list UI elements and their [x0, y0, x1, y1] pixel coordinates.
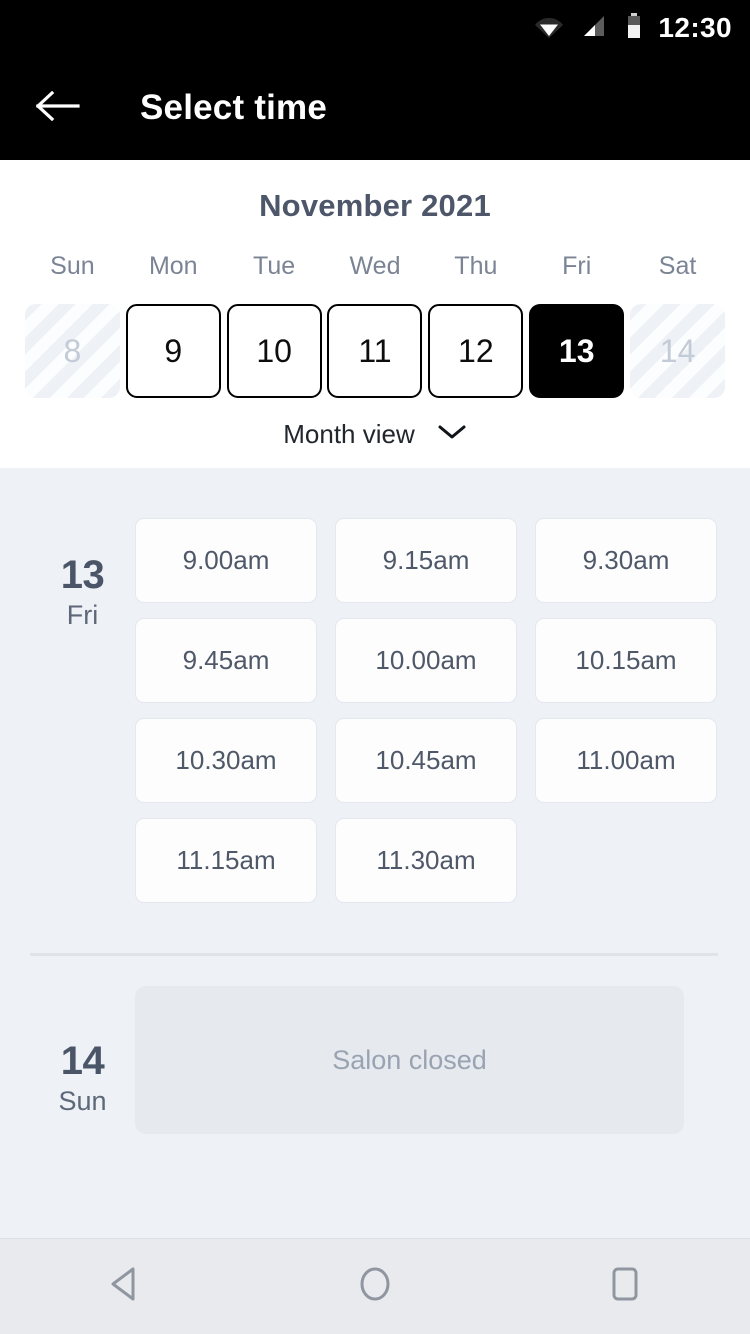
page-title: Select time	[140, 88, 328, 127]
weekday-label: Mon	[148, 252, 198, 280]
calendar-day-11[interactable]: 11	[327, 304, 423, 398]
day-cell-wrap: 8	[22, 301, 123, 401]
schedule-day-14: 14 Sun Salon closed	[0, 956, 750, 1134]
status-bar: 12:30	[0, 0, 750, 56]
nav-back-button[interactable]	[70, 1239, 180, 1334]
app-bar: Select time	[0, 56, 750, 160]
calendar-month-title: November 2021	[259, 188, 491, 223]
weekday-label: Thu	[454, 252, 498, 280]
day-cell-wrap: 11	[325, 301, 426, 401]
calendar-weekday-row: Sun Mon Tue Wed Thu Fri Sat	[0, 252, 750, 301]
time-slot[interactable]: 10.30am	[135, 718, 317, 803]
select-time-screen: 12:30 Select time November 2021 Sun Mon …	[0, 0, 750, 1334]
calendar-day-12[interactable]: 12	[428, 304, 524, 398]
weekday-label: Sun	[50, 252, 95, 280]
weekday-label: Fri	[562, 252, 592, 280]
month-view-label: Month view	[283, 419, 415, 449]
back-button[interactable]	[34, 84, 82, 132]
schedule-day-13: 13 Fri 9.00am 9.15am 9.30am 9.45am 10.00…	[0, 500, 750, 903]
time-slot-grid: 9.00am 9.15am 9.30am 9.45am 10.00am 10.1…	[135, 500, 720, 903]
salon-closed-panel: Salon closed	[135, 986, 684, 1134]
schedule-date-weekday: Sun	[58, 1086, 107, 1116]
day-cell-wrap: 10	[224, 301, 325, 401]
time-slot[interactable]: 10.00am	[335, 618, 517, 703]
calendar-day-9[interactable]: 9	[125, 304, 221, 398]
time-slot[interactable]: 9.30am	[535, 518, 717, 603]
time-slot[interactable]: 9.00am	[135, 518, 317, 603]
schedule-date-number: 14	[60, 1039, 105, 1083]
schedule-list: 13 Fri 9.00am 9.15am 9.30am 9.45am 10.00…	[0, 468, 750, 1134]
back-arrow-icon	[35, 90, 80, 126]
time-slot[interactable]: 10.15am	[535, 618, 717, 703]
day-cell-wrap: 13	[526, 301, 627, 401]
calendar-day-13-selected[interactable]: 13	[529, 304, 625, 398]
calendar-day-14: 14	[630, 304, 726, 398]
android-nav-bar	[0, 1238, 750, 1334]
time-slot[interactable]: 9.15am	[335, 518, 517, 603]
status-bar-clock: 12:30	[658, 12, 732, 43]
cell-signal-icon	[582, 14, 608, 43]
battery-icon	[626, 12, 642, 44]
time-slot[interactable]: 11.00am	[535, 718, 717, 803]
nav-home-button[interactable]	[320, 1239, 430, 1334]
calendar-panel: November 2021 Sun Mon Tue Wed Thu Fri Sa…	[0, 160, 750, 468]
time-slot[interactable]: 11.15am	[135, 818, 317, 903]
schedule-date-weekday: Fri	[66, 600, 99, 630]
day-cell-wrap: 9	[123, 301, 224, 401]
calendar-day-10[interactable]: 10	[226, 304, 322, 398]
schedule-day-label: 14 Sun	[30, 986, 135, 1134]
month-view-toggle[interactable]: Month view	[0, 419, 750, 450]
home-circle-icon	[356, 1264, 394, 1309]
nav-recents-button[interactable]	[570, 1239, 680, 1334]
back-triangle-icon	[107, 1265, 143, 1308]
time-slot[interactable]: 9.45am	[135, 618, 317, 703]
time-slot[interactable]: 10.45am	[335, 718, 517, 803]
schedule-date-number: 13	[60, 553, 105, 597]
wifi-icon	[534, 14, 564, 43]
chevron-down-icon	[437, 423, 467, 446]
calendar-day-row: 8 9 10 11 12 13 14	[0, 301, 750, 401]
weekday-label: Tue	[253, 252, 296, 280]
weekday-label: Wed	[349, 252, 401, 280]
day-cell-wrap: 14	[627, 301, 728, 401]
time-slot[interactable]: 11.30am	[335, 818, 517, 903]
calendar-day-8: 8	[24, 304, 120, 398]
schedule-day-label: 13 Fri	[30, 500, 135, 903]
status-bar-icons	[534, 12, 642, 44]
day-cell-wrap: 12	[425, 301, 526, 401]
recents-square-icon	[608, 1265, 642, 1308]
weekday-label: Sat	[658, 252, 697, 280]
